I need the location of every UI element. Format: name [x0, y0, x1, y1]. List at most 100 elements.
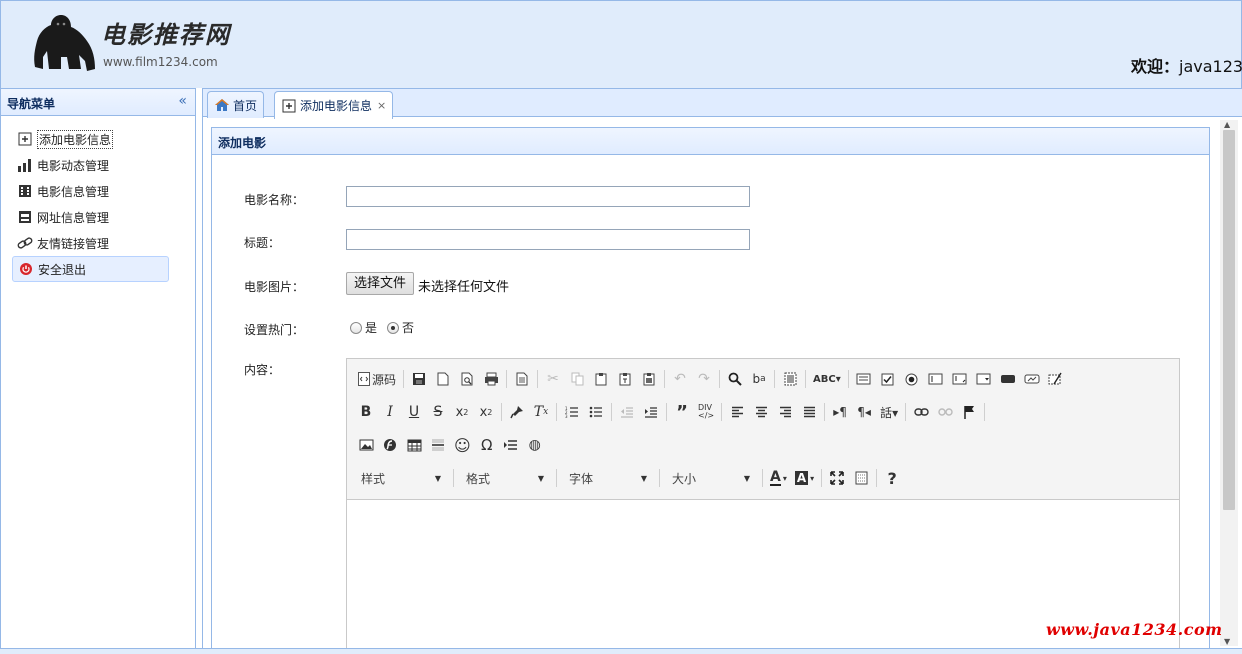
welcome-user: java1234	[1179, 57, 1242, 76]
templates-icon[interactable]	[511, 368, 533, 390]
print-icon[interactable]	[480, 368, 502, 390]
add-movie-panel: 添加电影 电影名称： 标题： 电影图片： 选择文件 未选择任何文件 设置热门： …	[211, 127, 1210, 654]
paste-word-icon[interactable]	[638, 368, 660, 390]
scroll-thumb[interactable]	[1223, 130, 1235, 510]
language-icon[interactable]: 話▾	[877, 401, 901, 423]
text-color-icon[interactable]: A ▾	[767, 467, 790, 489]
table-icon[interactable]	[403, 434, 425, 456]
format-combo[interactable]: 格式 ▼	[458, 467, 548, 489]
hidden-field-icon[interactable]	[1045, 368, 1067, 390]
button-icon[interactable]	[997, 368, 1019, 390]
movie-name-input[interactable]	[346, 186, 750, 207]
numbered-list-icon[interactable]: 123	[561, 401, 583, 423]
hot-no-radio[interactable]	[387, 321, 399, 334]
textfield-icon[interactable]	[925, 368, 947, 390]
close-icon[interactable]: ×	[377, 99, 386, 112]
underline-icon[interactable]: U	[403, 401, 425, 423]
cut-icon[interactable]: ✂	[542, 368, 564, 390]
preview-icon[interactable]	[456, 368, 478, 390]
spellcheck-icon[interactable]: ABC▾	[810, 368, 844, 390]
bg-color-icon[interactable]: A ▾	[792, 467, 817, 489]
copy-format-icon[interactable]	[506, 401, 528, 423]
choose-file-button[interactable]: 选择文件	[346, 272, 415, 295]
sidebar-item-label: 网址信息管理	[37, 210, 110, 225]
bold-icon[interactable]: B	[355, 401, 377, 423]
tab-add-movie[interactable]: 添加电影信息 ×	[274, 91, 394, 119]
rtl-icon[interactable]: ¶◂	[853, 401, 875, 423]
scroll-down-icon[interactable]: ▼	[1224, 637, 1230, 646]
sidebar-item-movie-info[interactable]: 电影信息管理	[12, 178, 169, 204]
sidebar-item-add-movie[interactable]: 添加电影信息	[12, 126, 169, 152]
font-combo-label: 字体	[569, 471, 594, 486]
horizontal-rule-icon[interactable]	[427, 434, 449, 456]
size-combo[interactable]: 大小 ▼	[664, 467, 754, 489]
hot-yes-option[interactable]: 是	[350, 319, 377, 336]
special-char-icon[interactable]: Ω	[476, 434, 498, 456]
content-label: 内容：	[244, 363, 281, 377]
movie-name-label: 电影名称：	[244, 193, 305, 207]
remove-format-icon[interactable]: Tx	[530, 401, 552, 423]
subscript-icon[interactable]: x2	[451, 401, 473, 423]
paste-icon[interactable]	[590, 368, 612, 390]
bulleted-list-icon[interactable]	[585, 401, 607, 423]
sidebar-item-web-info[interactable]: 网址信息管理	[12, 204, 169, 230]
outdent-icon[interactable]	[616, 401, 638, 423]
justify-icon[interactable]	[798, 401, 820, 423]
redo-icon[interactable]: ↷	[693, 368, 715, 390]
toolbar-separator	[876, 469, 878, 487]
watermark-text: www.java1234.com	[1046, 620, 1223, 639]
radio-icon[interactable]	[901, 368, 923, 390]
paste-text-icon[interactable]	[614, 368, 636, 390]
italic-icon[interactable]: I	[379, 401, 401, 423]
align-center-icon[interactable]	[750, 401, 772, 423]
flash-icon[interactable]	[379, 434, 401, 456]
sidebar-item-movie-news[interactable]: 电影动态管理	[12, 152, 169, 178]
image-button-icon[interactable]	[1021, 368, 1043, 390]
new-page-icon[interactable]	[432, 368, 454, 390]
vertical-scrollbar[interactable]: ▲ ▼	[1220, 120, 1238, 646]
title-input[interactable]	[346, 229, 750, 250]
hot-no-option[interactable]: 否	[387, 319, 414, 336]
maximize-icon[interactable]	[826, 467, 848, 489]
form-icon[interactable]	[853, 368, 875, 390]
add-document-icon	[17, 131, 33, 147]
blockquote-icon[interactable]: ”	[671, 401, 693, 423]
image-icon[interactable]	[355, 434, 377, 456]
align-left-icon[interactable]	[726, 401, 748, 423]
ltr-icon[interactable]: ▸¶	[829, 401, 851, 423]
scroll-up-icon[interactable]: ▲	[1224, 120, 1230, 129]
save-icon[interactable]	[408, 368, 430, 390]
indent-icon[interactable]	[640, 401, 662, 423]
hot-yes-radio[interactable]	[350, 321, 362, 334]
sidebar-item-friend-links[interactable]: 友情链接管理	[12, 230, 169, 256]
create-div-icon[interactable]: DIV </>	[695, 401, 717, 423]
select-icon[interactable]	[973, 368, 995, 390]
find-icon[interactable]	[724, 368, 746, 390]
style-combo[interactable]: 样式 ▼	[353, 467, 445, 489]
show-blocks-icon[interactable]	[850, 467, 872, 489]
replace-icon[interactable]: ba	[748, 368, 770, 390]
rich-text-editor: 源码 ✂ ↶ ↷ b a ABC▾ B I U S x 2 x 2 T x 1 …	[346, 358, 1180, 654]
collapse-left-icon[interactable]: «	[178, 93, 187, 109]
help-icon[interactable]: ?	[881, 467, 903, 489]
unlink-icon[interactable]	[934, 401, 956, 423]
link-icon[interactable]	[910, 401, 932, 423]
source-button[interactable]: 源码	[355, 368, 399, 390]
tab-home[interactable]: 首页	[207, 91, 265, 118]
superscript-icon[interactable]: x2	[475, 401, 497, 423]
select-all-icon[interactable]	[779, 368, 801, 390]
align-right-icon[interactable]	[774, 401, 796, 423]
copy-icon[interactable]	[566, 368, 588, 390]
undo-icon[interactable]: ↶	[669, 368, 691, 390]
page-break-icon[interactable]	[500, 434, 522, 456]
iframe-icon[interactable]: ◍	[524, 434, 546, 456]
web-icon	[17, 209, 33, 225]
checkbox-icon[interactable]	[877, 368, 899, 390]
strikethrough-icon[interactable]: S	[427, 401, 449, 423]
textarea-icon[interactable]	[949, 368, 971, 390]
font-combo[interactable]: 字体 ▼	[561, 467, 651, 489]
toolbar-separator	[556, 403, 557, 421]
anchor-icon[interactable]	[958, 401, 980, 423]
smiley-icon[interactable]: ☺	[451, 434, 474, 456]
sidebar-item-logout[interactable]: 安全退出	[12, 256, 169, 282]
